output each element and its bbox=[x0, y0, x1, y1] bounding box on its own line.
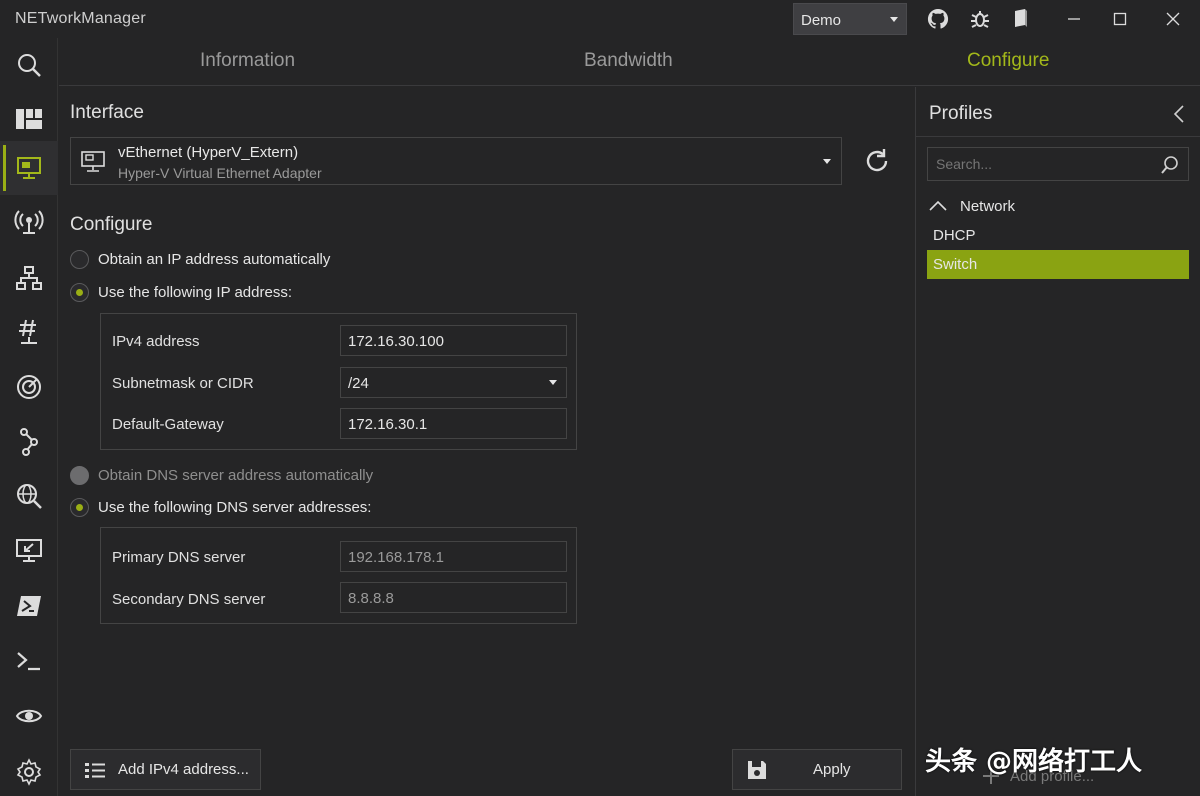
subnet-select[interactable]: /24 bbox=[340, 367, 567, 398]
ipv4-input[interactable]: 172.16.30.100 bbox=[340, 325, 567, 356]
profiles-panel: Profiles Network DHCP Switch Add profile… bbox=[915, 87, 1200, 796]
interface-select[interactable]: vEthernet (HyperV_Extern) Hyper-V Virtua… bbox=[70, 137, 842, 185]
dns-primary-label: Primary DNS server bbox=[112, 549, 246, 566]
ip-static-label: Use the following IP address: bbox=[98, 283, 292, 301]
dns-static-label: Use the following DNS server addresses: bbox=[98, 498, 372, 516]
chevron-down-icon bbox=[823, 159, 831, 164]
ip-static-radio[interactable]: Use the following IP address: bbox=[70, 281, 292, 303]
dns-primary-input[interactable]: 192.168.178.1 bbox=[340, 541, 567, 572]
interface-description: Hyper-V Virtual Ethernet Adapter bbox=[118, 165, 322, 181]
subnet-icon bbox=[15, 317, 43, 347]
tab-bandwidth[interactable]: Bandwidth bbox=[584, 50, 673, 72]
configure-section-title: Configure bbox=[70, 214, 153, 235]
apply-button[interactable]: Apply bbox=[732, 749, 902, 790]
powershell-icon bbox=[15, 594, 43, 618]
minimize-icon[interactable] bbox=[1060, 5, 1088, 33]
gateway-input[interactable]: 172.16.30.1 bbox=[340, 408, 567, 439]
dns-lookup-icon bbox=[15, 482, 43, 510]
profile-group-label: Network bbox=[960, 197, 1016, 215]
nav-settings[interactable] bbox=[0, 745, 58, 796]
nav-traceroute[interactable] bbox=[0, 415, 58, 469]
search-icon bbox=[15, 51, 43, 79]
nav-subnet[interactable] bbox=[0, 305, 58, 359]
ipv4-label: IPv4 address bbox=[112, 333, 200, 350]
remote-desktop-icon bbox=[15, 538, 43, 564]
radio-button[interactable] bbox=[70, 282, 89, 302]
left-navigation bbox=[0, 38, 58, 796]
chevron-up-icon bbox=[929, 200, 947, 212]
title-bar: NETworkManager Demo bbox=[0, 0, 1200, 38]
nav-dashboard[interactable] bbox=[0, 92, 58, 146]
chevron-down-icon bbox=[549, 380, 557, 385]
nav-terminal[interactable] bbox=[0, 634, 58, 688]
radio-button[interactable] bbox=[70, 497, 89, 517]
collapse-panel-icon[interactable] bbox=[1172, 104, 1186, 124]
ip-auto-label: Obtain an IP address automatically bbox=[98, 250, 331, 268]
network-adapter-icon bbox=[80, 150, 106, 174]
book-icon[interactable] bbox=[1009, 7, 1033, 31]
interface-name: vEthernet (HyperV_Extern) bbox=[118, 144, 299, 161]
ip-scanner-icon bbox=[15, 265, 43, 291]
network-interface-icon bbox=[15, 155, 43, 181]
dashboard-icon bbox=[15, 107, 43, 131]
nav-port-scanner[interactable] bbox=[0, 360, 58, 414]
apply-label: Apply bbox=[813, 761, 851, 778]
profile-group-network[interactable]: Network bbox=[929, 195, 1015, 217]
profile-search-input[interactable] bbox=[936, 156, 1136, 172]
nav-powershell[interactable] bbox=[0, 579, 58, 633]
search-icon bbox=[1160, 155, 1180, 175]
nav-monitor[interactable] bbox=[0, 689, 58, 743]
list-add-icon bbox=[84, 761, 106, 779]
add-ipv4-label: Add IPv4 address... bbox=[118, 761, 249, 778]
app-title: NETworkManager bbox=[15, 10, 146, 27]
tab-information[interactable]: Information bbox=[200, 50, 295, 72]
profiles-header: Profiles bbox=[916, 87, 1200, 137]
profile-file-value: Demo bbox=[801, 12, 842, 29]
bug-icon[interactable] bbox=[968, 7, 992, 31]
refresh-icon bbox=[861, 145, 893, 177]
dns-secondary-label: Secondary DNS server bbox=[112, 591, 266, 608]
tab-bar: Information Bandwidth Configure bbox=[59, 38, 1200, 86]
profile-file-select[interactable]: Demo bbox=[793, 3, 907, 35]
profile-item-dhcp[interactable]: DHCP bbox=[927, 221, 1189, 250]
maximize-icon[interactable] bbox=[1106, 5, 1134, 33]
dns-auto-label: Obtain DNS server address automatically bbox=[98, 466, 374, 484]
wifi-icon bbox=[14, 208, 44, 236]
refresh-button[interactable] bbox=[861, 145, 893, 177]
profile-item-switch[interactable]: Switch bbox=[927, 250, 1189, 279]
radio-button[interactable] bbox=[70, 249, 89, 269]
watermark: 头条 @网络打工人 bbox=[925, 747, 1143, 777]
configure-panel: Interface vEthernet (HyperV_Extern) Hype… bbox=[59, 87, 914, 796]
nav-dns-lookup[interactable] bbox=[0, 469, 58, 523]
gateway-label: Default-Gateway bbox=[112, 416, 224, 433]
nav-remote-desktop[interactable] bbox=[0, 524, 58, 578]
terminal-icon bbox=[15, 650, 43, 672]
settings-icon bbox=[15, 758, 43, 786]
dns-static-radio[interactable]: Use the following DNS server addresses: bbox=[70, 496, 371, 518]
interface-section-title: Interface bbox=[70, 102, 144, 123]
dns-settings-group: Primary DNS server 192.168.178.1 Seconda… bbox=[100, 527, 577, 624]
add-ipv4-button[interactable]: Add IPv4 address... bbox=[70, 749, 261, 790]
subnet-value: /24 bbox=[348, 375, 369, 392]
ip-auto-radio[interactable]: Obtain an IP address automatically bbox=[70, 248, 330, 270]
dns-secondary-input[interactable]: 8.8.8.8 bbox=[340, 582, 567, 613]
tab-configure[interactable]: Configure bbox=[967, 50, 1049, 72]
nav-wifi[interactable] bbox=[0, 195, 58, 249]
nav-search[interactable] bbox=[0, 38, 58, 92]
profiles-title: Profiles bbox=[929, 103, 993, 124]
close-icon[interactable] bbox=[1159, 5, 1187, 33]
nav-ip-scanner[interactable] bbox=[0, 251, 58, 305]
dns-auto-radio[interactable]: Obtain DNS server address automatically bbox=[70, 464, 373, 486]
port-scanner-icon bbox=[15, 373, 43, 401]
ip-settings-group: IPv4 address 172.16.30.100 Subnetmask or… bbox=[100, 313, 577, 450]
radio-button[interactable] bbox=[70, 465, 89, 485]
traceroute-icon bbox=[17, 427, 41, 457]
nav-network-interface[interactable] bbox=[0, 141, 58, 195]
eye-icon bbox=[15, 706, 43, 726]
chevron-down-icon bbox=[890, 17, 898, 22]
github-icon[interactable] bbox=[926, 7, 950, 31]
subnet-label: Subnetmask or CIDR bbox=[112, 375, 254, 392]
profile-search[interactable] bbox=[927, 147, 1189, 181]
save-icon bbox=[746, 759, 768, 781]
